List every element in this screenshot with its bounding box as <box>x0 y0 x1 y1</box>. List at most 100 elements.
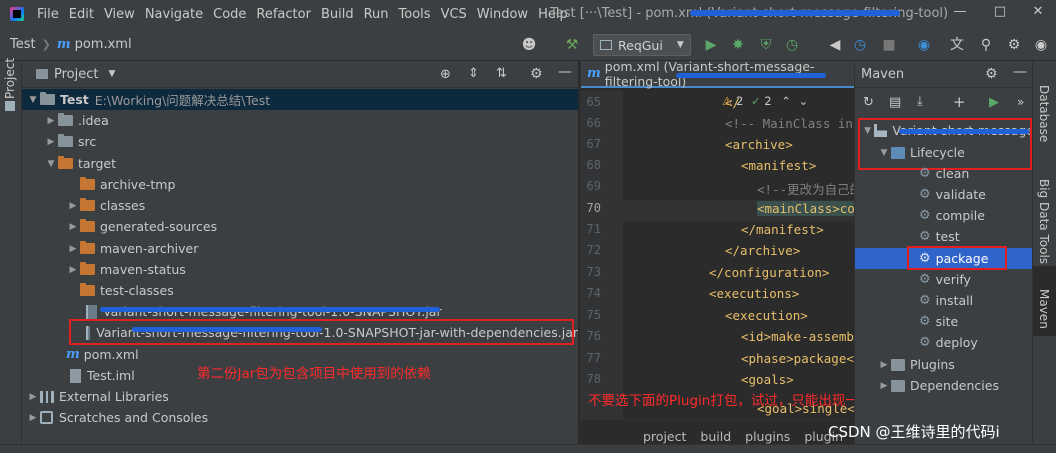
chevron-down-icon[interactable]: ⌄ <box>799 94 809 108</box>
breadcrumb-build[interactable]: build <box>700 429 731 444</box>
gear-icon[interactable]: ⚙ <box>985 66 998 82</box>
jetbrains-icon[interactable]: ◉ <box>1032 36 1050 54</box>
code-line[interactable]: <id>make-assemb <box>741 329 854 344</box>
coverage-shield-icon[interactable]: ⛨ <box>757 36 775 54</box>
run-icon[interactable]: ▶ <box>702 36 720 54</box>
chevron-right-icon[interactable]: ▶ <box>44 116 58 126</box>
code-line[interactable]: <mainClass>co <box>757 201 855 216</box>
maven-phase-install[interactable]: ⚙ install <box>855 290 1033 311</box>
minimize-icon[interactable]: — <box>950 4 970 22</box>
code-line[interactable]: <manifest> <box>741 158 816 173</box>
maven-phase-site[interactable]: ⚙ site <box>855 311 1033 332</box>
maven-phase-validate[interactable]: ⚙ validate <box>855 184 1033 205</box>
code-line[interactable]: <!-- MainClass in <box>725 116 853 131</box>
help-search-icon[interactable]: ◉ <box>915 36 933 54</box>
menu-navigate[interactable]: Navigate <box>140 7 208 22</box>
menu-refactor[interactable]: Refactor <box>251 7 316 22</box>
user-icon[interactable]: ☻ <box>520 36 538 54</box>
gear-icon[interactable]: ⚙ <box>530 66 543 82</box>
project-tool-icon[interactable] <box>5 101 15 111</box>
stop-icon[interactable]: ■ <box>880 36 898 54</box>
project-panel-title[interactable]: Project <box>54 67 98 82</box>
menu-vcs[interactable]: VCS <box>436 7 472 22</box>
code-line[interactable]: </archive> <box>725 243 800 258</box>
chevron-up-icon[interactable]: ⌃ <box>781 94 791 108</box>
chevron-right-icon[interactable]: ▶ <box>44 137 58 147</box>
bigdata-tool-label[interactable]: Big Data Tools <box>1037 179 1051 264</box>
maven-phase-deploy[interactable]: ⚙ deploy <box>855 332 1033 353</box>
inspection-widget[interactable]: ⚠ 2 ✓ 2 ⌃ ⌄ <box>722 94 808 108</box>
search-icon[interactable]: ⚲ <box>977 36 995 54</box>
chevron-down-icon[interactable]: ▼ <box>44 159 58 169</box>
locate-target-icon[interactable]: ⊕ <box>440 67 451 82</box>
chevron-right-icon[interactable]: ▶ <box>66 222 80 232</box>
menu-build[interactable]: Build <box>316 7 359 22</box>
chevron-right-icon[interactable]: ▶ <box>877 360 891 370</box>
add-icon[interactable]: + <box>953 93 966 111</box>
add-folder-icon[interactable]: ▤ <box>889 95 901 110</box>
gear-icon[interactable]: ⚙ <box>1005 36 1023 54</box>
collapse-all-icon[interactable]: ⇕ <box>468 66 479 81</box>
code-line[interactable]: <execution> <box>725 308 808 323</box>
maven-dependencies-row[interactable]: ▶ Dependencies <box>855 375 1033 396</box>
chevron-right-icon[interactable]: ▶ <box>66 244 80 254</box>
debug-bug-icon[interactable]: ✸ <box>729 36 747 54</box>
translate-icon[interactable]: 文 <box>948 36 966 54</box>
menu-window[interactable]: Window <box>472 7 533 22</box>
menu-tools[interactable]: Tools <box>394 7 436 22</box>
tree-row-root[interactable]: ▼ Test E:\Working\问题解决总结\Test <box>22 89 578 110</box>
run-config-arrow-icon[interactable]: ◀ <box>826 36 844 54</box>
chevron-right-icon[interactable]: ▶ <box>877 381 891 391</box>
tree-row-idea[interactable]: ▶ .idea <box>22 110 578 131</box>
maven-phase-clean[interactable]: ⚙ clean <box>855 163 1033 184</box>
tree-row-scratches[interactable]: ▶ Scratches and Consoles <box>22 407 578 428</box>
breadcrumb-file[interactable]: pom.xml <box>75 37 132 52</box>
download-icon[interactable]: ⤓ <box>917 94 923 109</box>
tree-row-archive-tmp[interactable]: archive-tmp <box>22 174 578 195</box>
tree-row-test-classes[interactable]: test-classes <box>22 280 578 301</box>
reload-icon[interactable]: ↻ <box>863 95 874 110</box>
code-line[interactable]: <goals> <box>741 372 794 387</box>
menu-run[interactable]: Run <box>359 7 394 22</box>
code-line[interactable]: </manifest> <box>741 222 824 237</box>
maximize-icon[interactable]: □ <box>990 4 1010 22</box>
code-line[interactable]: <phase>package< <box>741 351 854 366</box>
hide-icon[interactable]: — <box>558 64 572 80</box>
tree-row-generated-sources[interactable]: ▶ generated-sources <box>22 216 578 237</box>
code-line[interactable]: <!--更改为自己的 <box>757 179 862 198</box>
chevron-right-icon[interactable]: ▶ <box>26 392 40 402</box>
breadcrumb-plugins[interactable]: plugins <box>745 429 790 444</box>
tree-row-src[interactable]: ▶ src <box>22 131 578 152</box>
close-icon[interactable]: ✕ <box>1028 4 1048 22</box>
code-line[interactable]: <executions> <box>709 286 799 301</box>
project-tool-label[interactable]: Project <box>3 58 17 99</box>
tree-row-target[interactable]: ▼ target <box>22 153 578 174</box>
hide-icon[interactable]: — <box>1013 64 1027 80</box>
menu-edit[interactable]: Edit <box>64 7 99 22</box>
chevron-right-icon[interactable]: ▶ <box>66 201 80 211</box>
breadcrumb-project[interactable]: project <box>643 429 686 444</box>
expand-all-icon[interactable]: ⇅ <box>496 66 507 81</box>
profile-icon[interactable]: ◷ <box>783 36 801 54</box>
chevron-down-icon[interactable]: ▼ <box>108 69 115 79</box>
more-icon[interactable]: » <box>1017 95 1024 109</box>
run-icon[interactable]: ▶ <box>989 95 999 110</box>
tree-row-external-libraries[interactable]: ▶ External Libraries <box>22 386 578 407</box>
tree-row-maven-status[interactable]: ▶ maven-status <box>22 259 578 280</box>
chevron-down-icon[interactable]: ▼ <box>26 95 40 105</box>
chevron-right-icon[interactable]: ▶ <box>26 413 40 423</box>
code-line[interactable]: <archive> <box>725 137 793 152</box>
maven-plugins-row[interactable]: ▶ Plugins <box>855 354 1033 375</box>
code-line[interactable]: </configuration> <box>709 265 829 280</box>
menu-file[interactable]: File <box>32 7 64 22</box>
hammer-build-icon[interactable]: ⚒ <box>563 36 581 54</box>
breadcrumb-project[interactable]: Test <box>10 37 36 52</box>
clock-icon[interactable]: ◷ <box>851 36 869 54</box>
run-config-select[interactable]: ReqGui ▼ <box>593 34 691 56</box>
tree-row-classes[interactable]: ▶ classes <box>22 195 578 216</box>
menu-code[interactable]: Code <box>208 7 251 22</box>
maven-tool-label[interactable]: Maven <box>1037 289 1051 329</box>
maven-phase-test[interactable]: ⚙ test <box>855 226 1033 247</box>
menu-view[interactable]: View <box>99 7 140 22</box>
maven-phase-verify[interactable]: ⚙ verify <box>855 269 1033 290</box>
